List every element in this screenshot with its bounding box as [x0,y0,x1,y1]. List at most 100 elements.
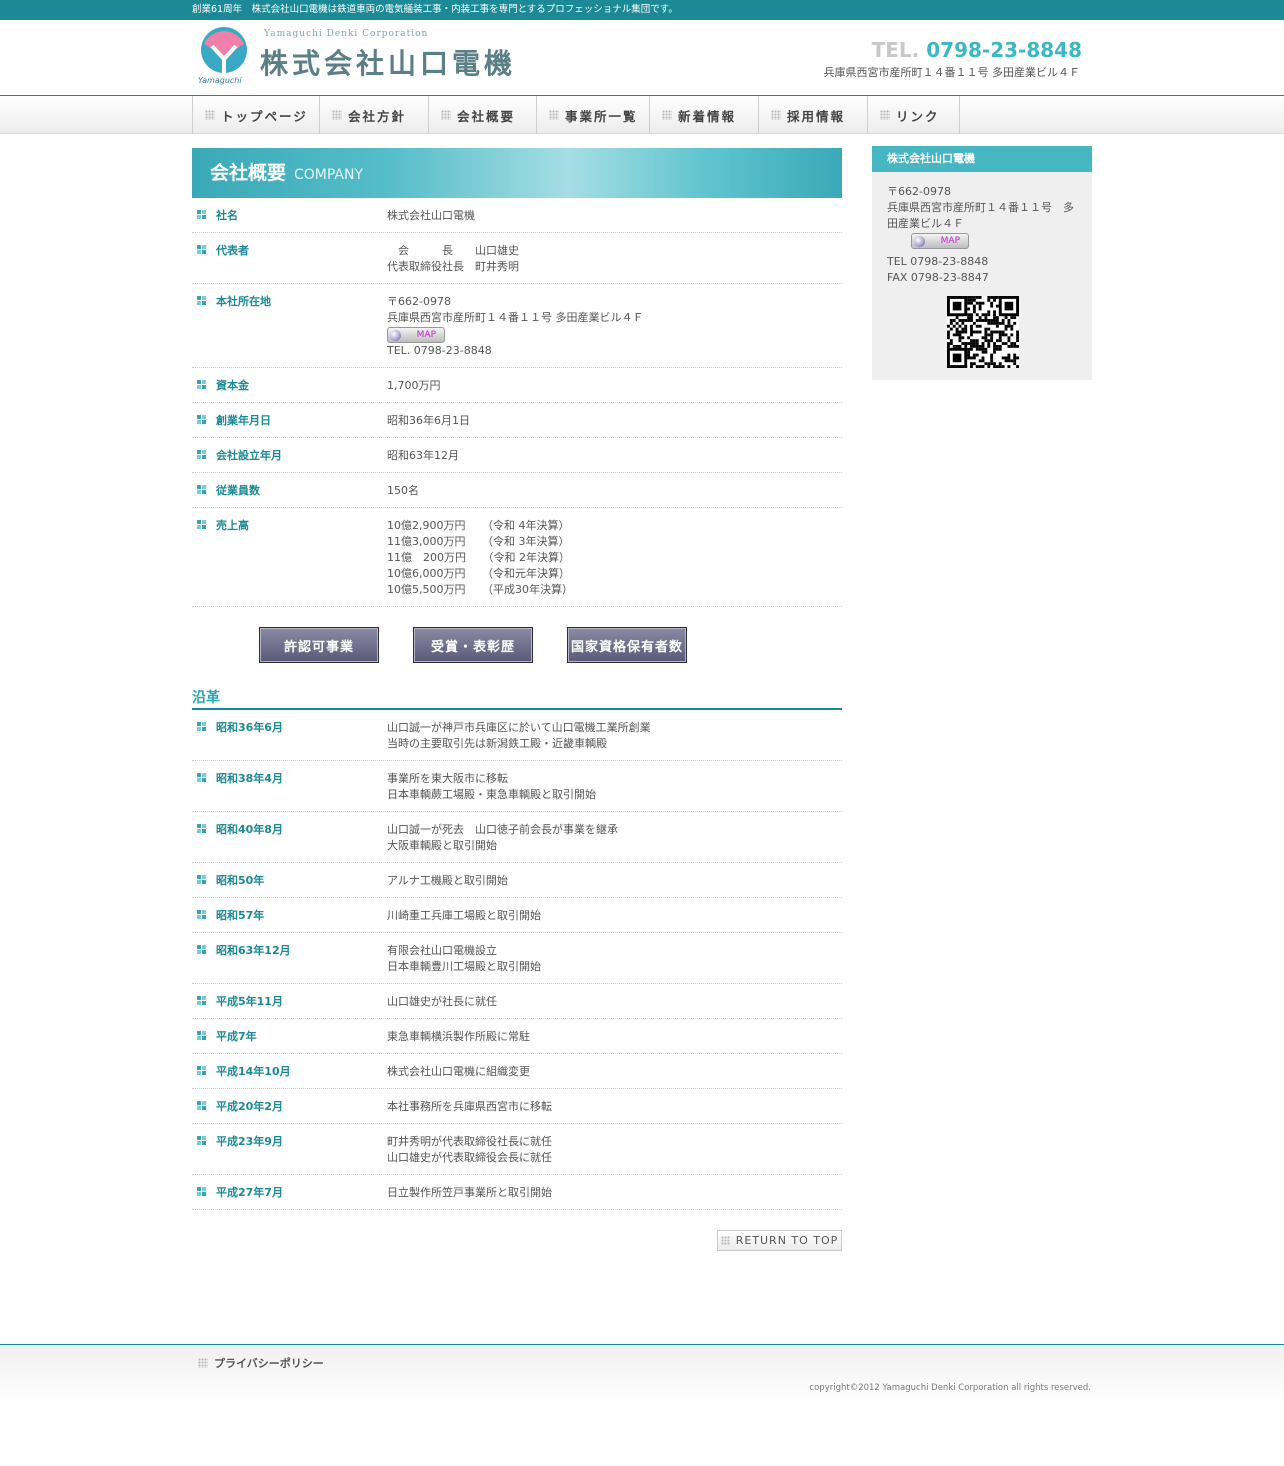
table-row: 昭和40年8月 山口誠一が死去 山口徳子前会長が事業を継承 大阪車輌殿と取引開始 [192,812,842,863]
license-button[interactable]: 許認可事業 [259,627,379,663]
nav-label: 新着情報 [678,108,737,124]
tagline: 創業61周年 株式会社山口電機は鉄道車両の電気艤装工事・内装工事を専門とするプロ… [192,4,678,15]
dots-icon [720,1236,730,1245]
bullet-icon [197,1101,206,1110]
return-top-area: RETURN TO TOP [192,1210,842,1270]
bullet-icon [197,245,206,254]
history-text: 山口誠一が神戸市兵庫区に於いて山口電機工業所創業 [387,721,651,734]
row-value: 会 長 山口雄史 [387,244,519,257]
dots-icon [880,110,890,120]
nav-label: 事業所一覧 [565,108,638,124]
tel: TEL. 0798-23-8848 [387,344,492,357]
awards-button[interactable]: 受賞・表彰歴 [413,627,533,663]
logo-brand-text: Yamaguchi [198,76,242,85]
history-text: 本社事務所を兵庫県西宮市に移転 [387,1100,552,1113]
history-date: 平成7年 [216,1030,257,1043]
page-title-en: COMPANY [294,167,364,183]
nav-item-company[interactable]: 会社概要 [428,96,536,134]
row-label: 代表者 [216,244,249,257]
privacy-policy-link[interactable]: プライバシーポリシー [198,1355,324,1371]
history-text: 大阪車輌殿と取引開始 [387,839,497,852]
nav-item-top[interactable]: トップページ [192,96,319,134]
sidebar: 株式会社山口電機 〒662-0978 兵庫県西宮市産所町１４番１１号 多 田産業… [872,146,1092,380]
table-row: 平成23年9月 町井秀明が代表取締役社長に就任 山口雄史が代表取締役会長に就任 [192,1124,842,1175]
global-nav: トップページ 会社方針 会社概要 事業所一覧 新着情報 採用情報 リンク [0,95,1284,134]
map-label: MAP [416,330,436,340]
bullet-icon [197,1136,206,1145]
zip-code: 〒662-0978 [387,295,451,308]
bullet-icon [197,722,206,731]
history-date: 平成27年7月 [216,1186,283,1199]
return-to-top-button[interactable]: RETURN TO TOP [717,1230,842,1251]
row-label: 売上高 [216,519,249,532]
nav-item-offices[interactable]: 事業所一覧 [536,96,649,134]
nav-item-recruit[interactable]: 採用情報 [758,96,867,134]
return-to-top-label: RETURN TO TOP [735,1234,839,1247]
table-row: 昭和63年12月 有限会社山口電機設立 日本車輌豊川工場殿と取引開始 [192,933,842,984]
history-text: 事業所を東大阪市に移転 [387,772,508,785]
table-row: 昭和36年6月 山口誠一が神戸市兵庫区に於いて山口電機工業所創業 当時の主要取引先は… [192,710,842,761]
dots-icon [549,110,559,120]
bullet-icon [197,824,206,833]
row-value: 昭和36年6月1日 [387,414,470,427]
sales-line: 10億5,500万円 （平成30年決算） [387,583,573,596]
history-text: 町井秀明が代表取締役社長に就任 [387,1135,552,1148]
nav-label: 採用情報 [787,108,846,124]
page-title-text: 会社概要 [210,162,287,184]
logo-company-name[interactable]: 株式会社山口電機 [260,42,516,82]
row-label: 社名 [216,209,238,222]
bullet-icon [197,1031,206,1040]
nav-label: リンク [896,108,940,124]
dots-icon [205,110,215,120]
history-date: 昭和57年 [216,909,265,922]
history-text: 有限会社山口電機設立 [387,944,497,957]
page-title: 会社概要 COMPANY [192,148,842,198]
header-address: 兵庫県西宮市産所町１４番１１号 多田産業ビル４Ｆ [823,66,1081,79]
dots-icon [662,110,672,120]
table-row: 昭和38年4月 事業所を東大阪市に移転 日本車輌蕨工場殿・東急車輌殿と取引開始 [192,761,842,812]
sidebar-tel: TEL 0798-23-8848 [887,255,989,268]
nav-item-news[interactable]: 新着情報 [649,96,758,134]
sidebar-address: 田産業ビル４Ｆ [887,217,964,230]
map-button[interactable]: MAP [387,327,445,343]
table-row: 売上高 10億2,900万円 （令和 4年決算） 11億3,000万円 （令和 … [192,508,842,607]
sidebar-address: 兵庫県西宮市産所町１４番１１号 多 [887,201,1074,214]
history-date: 昭和36年6月 [216,721,283,734]
row-label: 従業員数 [216,484,260,497]
history-date: 昭和50年 [216,874,265,887]
sidebar-map-button[interactable]: MAP [911,233,969,249]
history-text: アルナ工機殿と取引開始 [387,874,508,887]
nav-label: トップページ [221,108,308,124]
qr-code-icon [947,296,1019,368]
logo-sub-text: Yamaguchi Denki Corporation [264,29,429,39]
bullet-icon [197,450,206,459]
nav-item-links[interactable]: リンク [867,96,960,134]
sidebar-title: 株式会社山口電機 [872,146,1092,172]
sales-line: 11億3,000万円 （令和 3年決算） [387,535,570,548]
bullet-icon [197,996,206,1005]
bullet-icon [197,520,206,529]
tel-number: 0798-23-8848 [926,38,1082,62]
copyright: copyright©2012 Yamaguchi Denki Corporati… [809,1383,1091,1393]
bullet-icon [197,1187,206,1196]
bullet-icon [197,773,206,782]
history-table: 昭和36年6月 山口誠一が神戸市兵庫区に於いて山口電機工業所創業 当時の主要取引先は… [192,710,842,1210]
table-row: 創業年月日 昭和36年6月1日 [192,403,842,438]
bullet-icon [197,875,206,884]
header-tel: TEL. 0798-23-8848 [872,38,1082,62]
sidebar-map-wrap: MAP [887,232,1082,252]
dots-icon [441,110,451,120]
table-row: 従業員数 150名 [192,473,842,508]
sidebar-fax: FAX 0798-23-8847 [887,271,989,284]
row-value: 150名 [387,484,419,497]
history-text: 日本車輌豊川工場殿と取引開始 [387,960,541,973]
table-row: 平成7年 東急車輌横浜製作所殿に常駐 [192,1019,842,1054]
table-row: 会社設立年月 昭和63年12月 [192,438,842,473]
table-row: 平成20年2月 本社事務所を兵庫県西宮市に移転 [192,1089,842,1124]
qualifications-button[interactable]: 国家資格保有者数 [567,627,687,663]
main-content: 会社概要 COMPANY 社名 株式会社山口電機 代表者 会 長 山口雄史 代表取… [192,148,842,1270]
button-row: 許認可事業 受賞・表彰歴 国家資格保有者数 [192,607,842,685]
sidebar-zip: 〒662-0978 [887,185,951,198]
table-row: 社名 株式会社山口電機 [192,198,842,233]
nav-item-policy[interactable]: 会社方針 [319,96,428,134]
